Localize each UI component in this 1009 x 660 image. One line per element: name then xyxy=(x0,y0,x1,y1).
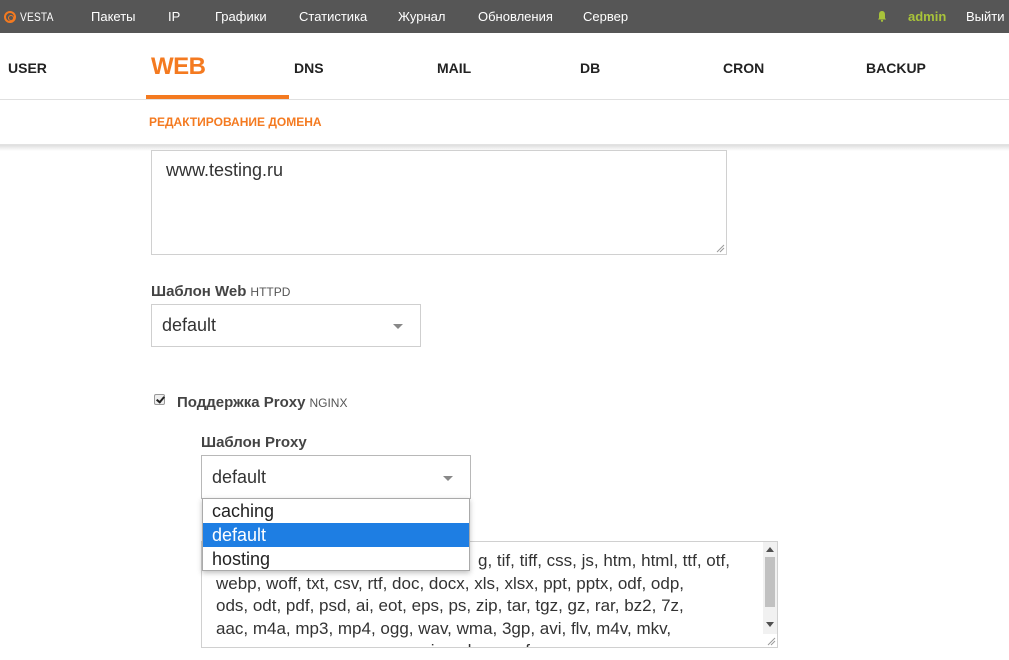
topnav-graphs[interactable]: Графики xyxy=(215,9,267,24)
dropdown-option-default[interactable]: default xyxy=(203,523,469,547)
tab-web[interactable]: WEB xyxy=(151,53,206,81)
logo-icon xyxy=(4,10,16,23)
scrollbar-thumb[interactable] xyxy=(765,557,775,607)
chevron-down-icon xyxy=(443,476,453,481)
proxy-template-value: default xyxy=(212,466,267,487)
page-title: РЕДАКТИРОВАНИЕ ДОМЕНА xyxy=(149,115,322,129)
tab-user[interactable]: USER xyxy=(8,60,47,76)
tab-db[interactable]: DB xyxy=(580,60,600,76)
active-tab-indicator xyxy=(146,95,289,99)
proxy-support-label-text: Поддержка Proxy xyxy=(177,394,306,411)
tab-cron[interactable]: CRON xyxy=(723,60,764,76)
vesta-logo[interactable]: VESTA xyxy=(4,8,59,25)
sub-header: РЕДАКТИРОВАНИЕ ДОМЕНА xyxy=(0,100,1009,145)
dropdown-option-hosting[interactable]: hosting xyxy=(203,547,469,571)
proxy-template-select[interactable]: default xyxy=(201,455,471,499)
aliases-value: www.testing.ru xyxy=(166,160,284,180)
extensions-line: aac, m4a, mp3, mp4, ogg, wav, wma, 3gp, … xyxy=(216,618,672,638)
proxy-template-dropdown: caching default hosting xyxy=(202,498,470,571)
web-template-label: Шаблон Web HTTPD xyxy=(151,283,290,300)
tab-dns[interactable]: DNS xyxy=(294,60,324,76)
user-link[interactable]: admin xyxy=(908,9,946,24)
topnav-statistics[interactable]: Статистика xyxy=(299,9,367,24)
dropdown-option-caching[interactable]: caching xyxy=(203,499,469,523)
scroll-up-icon[interactable] xyxy=(766,547,774,552)
web-template-select[interactable]: default xyxy=(151,304,421,347)
scroll-down-icon[interactable] xyxy=(766,622,774,627)
web-template-value: default xyxy=(162,315,217,335)
topnav-packages[interactable]: Пакеты xyxy=(91,9,136,24)
aliases-textarea[interactable]: www.testing.ru xyxy=(151,150,727,255)
vertical-scrollbar[interactable] xyxy=(763,542,777,634)
top-bar: VESTA Пакеты IP Графики Статистика Журна… xyxy=(0,0,1009,33)
proxy-support-label: Поддержка Proxy NGINX xyxy=(177,394,347,411)
proxy-support-sublabel: NGINX xyxy=(309,396,348,410)
resize-grip-icon[interactable] xyxy=(767,637,776,646)
logout-link[interactable]: Выйти xyxy=(966,9,1005,24)
web-template-sublabel: HTTPD xyxy=(250,285,291,299)
proxy-support-checkbox[interactable] xyxy=(154,394,165,405)
proxy-template-label: Шаблон Proxy xyxy=(201,434,307,451)
extensions-line: mov, mpeg, mpg, wmv, exe, iso, dmg, swf xyxy=(216,640,756,647)
topnav-server[interactable]: Сервер xyxy=(583,9,628,24)
bell-icon[interactable] xyxy=(877,10,887,22)
extensions-line: ods, odt, pdf, psd, ai, eot, eps, ps, zi… xyxy=(216,596,684,615)
chevron-down-icon xyxy=(393,324,403,329)
main-tabs: USER WEB DNS MAIL DB CRON BACKUP xyxy=(0,33,1009,100)
web-template-label-text: Шаблон Web xyxy=(151,283,247,300)
topnav-ip[interactable]: IP xyxy=(168,9,180,24)
tab-backup[interactable]: BACKUP xyxy=(866,60,926,76)
tab-mail[interactable]: MAIL xyxy=(437,60,471,76)
extensions-line: webp, woff, txt, csv, rtf, doc, docx, xl… xyxy=(216,573,685,593)
resize-grip-icon[interactable] xyxy=(716,244,725,253)
logo-text: VESTA xyxy=(20,9,54,24)
topnav-log[interactable]: Журнал xyxy=(398,9,445,24)
topnav-updates[interactable]: Обновления xyxy=(478,9,553,24)
